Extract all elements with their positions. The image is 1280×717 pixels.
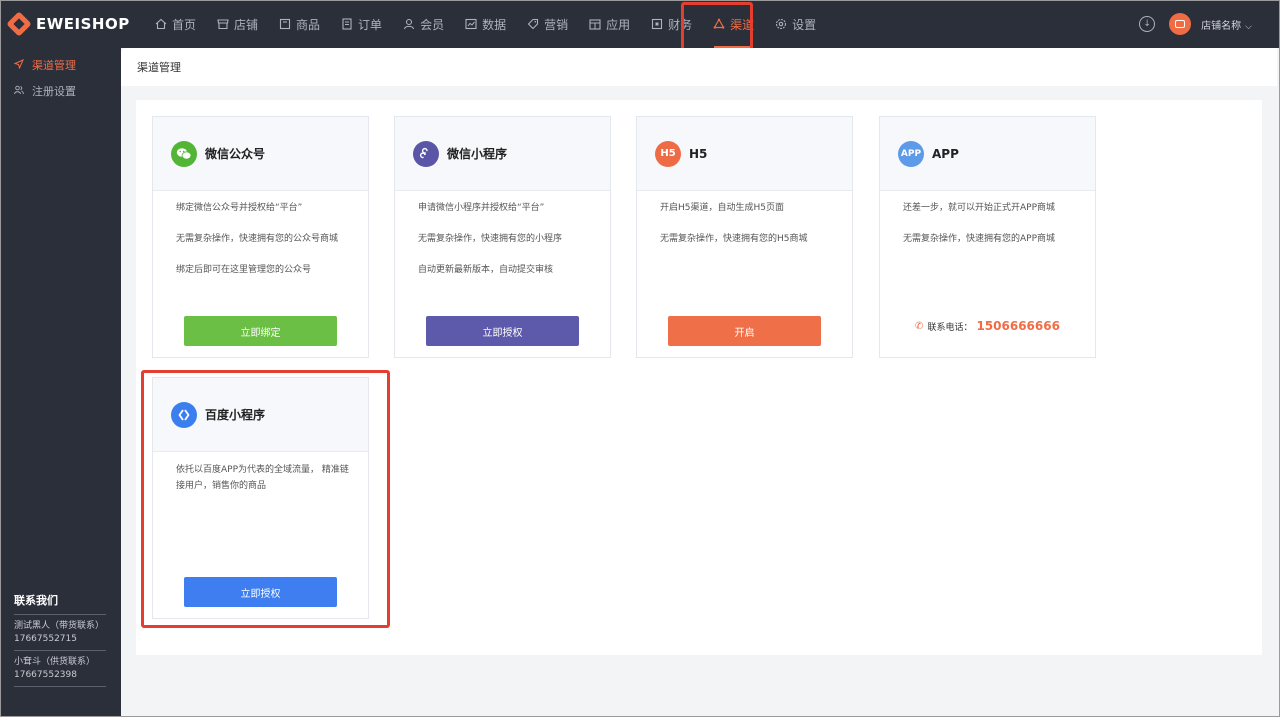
contact-phone-row: ✆ 联系电话： 1506666666 bbox=[880, 319, 1095, 333]
wechat-icon bbox=[171, 140, 197, 167]
contact-us: 联系我们 测试黑人（带货联系） 17667552715 小耷斗（供货联系） 17… bbox=[14, 592, 106, 687]
card-description: 还差一步，就可以开始正式开APP商城 无需复杂操作，快速拥有您的APP商城 bbox=[880, 191, 1095, 247]
nav-item-apps[interactable]: 应用 bbox=[578, 0, 640, 48]
home-icon bbox=[154, 17, 168, 31]
card-line: 绑定微信公众号并授权给“平台” bbox=[176, 203, 303, 213]
header-actions: ↓ 店铺名称 ⌵ bbox=[1139, 0, 1252, 48]
users-icon bbox=[14, 85, 26, 98]
channel-card-wechat-official: 微信公众号 绑定微信公众号并授权给“平台” 无需复杂操作，快速拥有您的公众号商城… bbox=[152, 116, 369, 358]
h5-icon: H5 bbox=[655, 140, 681, 167]
contact-title: 联系我们 bbox=[14, 594, 58, 607]
nav-label: 应用 bbox=[606, 17, 631, 32]
nav-item-goods[interactable]: 商品 bbox=[268, 0, 330, 48]
nav-item-marketing[interactable]: 营销 bbox=[516, 0, 578, 48]
nav-item-settings[interactable]: 设置 bbox=[764, 0, 826, 48]
card-description: 申请微信小程序并授权给“平台” 无需复杂操作，快速拥有您的小程序 自动更新最新版… bbox=[395, 191, 610, 278]
shop-avatar-icon bbox=[1175, 20, 1186, 28]
phone-number[interactable]: 1506666666 bbox=[976, 319, 1060, 333]
phone-icon: ✆ bbox=[915, 320, 924, 332]
card-description: 开启H5渠道，自动生成H5页面 无需复杂操作，快速拥有您的H5商城 bbox=[637, 191, 852, 247]
order-icon bbox=[340, 17, 354, 31]
settings-icon bbox=[774, 17, 788, 31]
card-header: H5 H5 bbox=[637, 117, 852, 191]
card-line: 绑定后即可在这里管理您的公众号 bbox=[176, 265, 312, 275]
page-title: 渠道管理 bbox=[137, 61, 181, 74]
nav-label: 首页 bbox=[172, 17, 197, 32]
card-line: 无需复杂操作，快速拥有您的公众号商城 bbox=[176, 234, 339, 244]
contact-name: 测试黑人（带货联系） bbox=[14, 621, 105, 631]
logo[interactable]: EWEISHOP bbox=[0, 11, 136, 37]
mini-program-icon bbox=[413, 140, 439, 167]
card-line: 无需复杂操作，快速拥有您的APP商城 bbox=[903, 234, 1056, 244]
contact-phone: 17667552398 bbox=[14, 670, 77, 680]
card-header: 微信公众号 bbox=[153, 117, 368, 191]
chevron-down-icon: ⌵ bbox=[1245, 21, 1252, 32]
card-title: APP bbox=[932, 146, 959, 161]
card-line: 开启H5渠道，自动生成H5页面 bbox=[660, 203, 784, 213]
shop-name: 店铺名称 bbox=[1201, 20, 1242, 32]
sidebar: 渠道管理 注册设置 联系我们 测试黑人（带货联系） 17667552715 小耷… bbox=[0, 48, 121, 717]
breadcrumb: 渠道管理 bbox=[121, 48, 1277, 86]
brand-name: EWEISHOP bbox=[36, 15, 130, 33]
card-header: APP APP bbox=[880, 117, 1095, 191]
channel-card-wechat-mini-program: 微信小程序 申请微信小程序并授权给“平台” 无需复杂操作，快速拥有您的小程序 自… bbox=[394, 116, 611, 358]
authorize-now-button[interactable]: 立即授权 bbox=[426, 316, 579, 346]
nav-label: 数据 bbox=[482, 17, 507, 32]
highlight-box-channel bbox=[681, 2, 753, 54]
card-title: 微信小程序 bbox=[447, 147, 508, 161]
top-bar: EWEISHOP 首页 店铺 商品 订单 会员 数据 营销 应用 财务 渠道 设… bbox=[0, 0, 1280, 48]
nav-item-order[interactable]: 订单 bbox=[330, 0, 392, 48]
card-line: 无需复杂操作，快速拥有您的小程序 bbox=[418, 234, 563, 244]
card-line: 还差一步，就可以开始正式开APP商城 bbox=[903, 203, 1056, 213]
phone-label: 联系电话： bbox=[927, 322, 973, 333]
contact-name: 小耷斗（供货联系） bbox=[14, 657, 96, 667]
channel-card-app: APP APP 还差一步，就可以开始正式开APP商城 无需复杂操作，快速拥有您的… bbox=[879, 116, 1096, 358]
nav-item-store[interactable]: 店铺 bbox=[206, 0, 268, 48]
app-icon-text: APP bbox=[900, 148, 922, 159]
goods-icon bbox=[278, 17, 292, 31]
card-description: 绑定微信公众号并授权给“平台” 无需复杂操作，快速拥有您的公众号商城 绑定后即可… bbox=[153, 191, 368, 278]
sidebar-item-register-settings[interactable]: 注册设置 bbox=[0, 78, 121, 104]
card-line: 自动更新最新版本，自动提交审核 bbox=[418, 265, 554, 275]
app-icon bbox=[588, 17, 602, 31]
card-header: 微信小程序 bbox=[395, 117, 610, 191]
download-icon[interactable]: ↓ bbox=[1139, 16, 1156, 32]
finance-icon bbox=[650, 17, 664, 31]
contact-entry: 测试黑人（带货联系） 17667552715 bbox=[14, 615, 106, 651]
enable-button[interactable]: 开启 bbox=[668, 316, 821, 346]
nav-label: 营销 bbox=[544, 17, 569, 32]
nav-label: 订单 bbox=[358, 17, 383, 32]
shop-selector[interactable]: 店铺名称 ⌵ bbox=[1201, 17, 1252, 32]
send-icon bbox=[13, 58, 26, 72]
member-icon bbox=[402, 17, 416, 31]
tag-icon bbox=[526, 17, 540, 31]
avatar[interactable] bbox=[1169, 13, 1192, 35]
card-line: 无需复杂操作，快速拥有您的H5商城 bbox=[660, 234, 808, 244]
h5-icon-text: H5 bbox=[660, 148, 676, 159]
nav-label: 商品 bbox=[296, 17, 321, 32]
data-chart-icon bbox=[464, 17, 478, 31]
sidebar-item-label: 渠道管理 bbox=[32, 59, 76, 72]
nav-label: 店铺 bbox=[234, 17, 259, 32]
contact-entry: 小耷斗（供货联系） 17667552398 bbox=[14, 651, 106, 687]
bind-now-button[interactable]: 立即绑定 bbox=[184, 316, 337, 346]
sidebar-item-channel-management[interactable]: 渠道管理 bbox=[0, 52, 121, 78]
contact-phone: 17667552715 bbox=[14, 634, 77, 644]
card-line: 申请微信小程序并授权给“平台” bbox=[418, 203, 545, 213]
nav-item-home[interactable]: 首页 bbox=[144, 0, 206, 48]
card-title: H5 bbox=[689, 146, 708, 161]
nav-item-member[interactable]: 会员 bbox=[392, 0, 454, 48]
channel-card-h5: H5 H5 开启H5渠道，自动生成H5页面 无需复杂操作，快速拥有您的H5商城 … bbox=[636, 116, 853, 358]
highlight-box-baidu bbox=[141, 370, 390, 628]
card-title: 微信公众号 bbox=[205, 147, 266, 161]
nav-item-data[interactable]: 数据 bbox=[454, 0, 516, 48]
sidebar-item-label: 注册设置 bbox=[32, 85, 76, 98]
nav-label: 设置 bbox=[792, 17, 817, 32]
nav-label: 会员 bbox=[420, 17, 445, 32]
logo-icon bbox=[6, 11, 32, 37]
store-icon bbox=[216, 17, 230, 31]
app-badge-icon: APP bbox=[898, 140, 924, 167]
